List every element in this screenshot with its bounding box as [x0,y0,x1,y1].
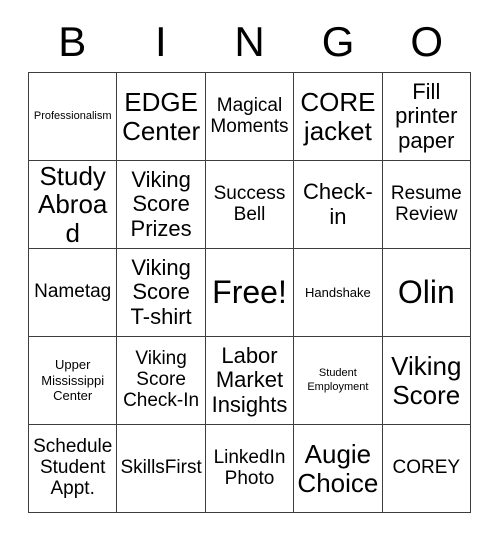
bingo-cell-r1c3[interactable]: Magical Moments [205,73,295,161]
bingo-cell-label: Professionalism [33,109,112,122]
bingo-cell-label: Viking Score [391,351,462,410]
bingo-cell-label: Labor Market Insights [211,343,288,417]
bingo-cell-r5c5[interactable]: COREY [382,425,471,513]
bingo-cell-r5c2[interactable]: SkillsFirst [117,425,206,513]
bingo-cell-r3c5[interactable]: Olin [382,249,471,337]
bingo-card: B I N G O Professionalism EDGE Center Magi… [0,0,500,544]
bingo-cell-r5c4[interactable]: Augie Choice [294,425,383,513]
bingo-cell-r4c2[interactable]: Viking Score Check-In [117,337,206,425]
bingo-cell-label: Resume Review [390,182,462,225]
bingo-header-letter-n: N [234,18,265,65]
bingo-cell-r4c1[interactable]: Upper Mississippi Center [29,337,118,425]
bingo-cell-label: SkillsFirst [120,457,202,479]
bingo-cell-label: Upper Mississippi Center [41,357,105,404]
bingo-cell-label: Fill printer paper [395,79,458,153]
bingo-cell-label: Free! [212,273,287,310]
bingo-cell-r2c5[interactable]: Resume Review [382,161,471,249]
bingo-cell-label: CORE jacket [300,87,376,146]
bingo-header-letter-b: B [58,18,87,65]
bingo-cell-label: Nametag [34,281,112,303]
bingo-cell-r3c2[interactable]: Viking Score T-shirt [117,249,206,337]
bingo-cell-r4c3[interactable]: Labor Market Insights [205,337,295,425]
bingo-cell-r5c1[interactable]: Schedule Student Appt. [29,425,118,513]
bingo-cell-r4c5[interactable]: Viking Score [382,337,471,425]
bingo-cell-r2c2[interactable]: Viking Score Prizes [117,161,206,249]
bingo-cell-r1c1[interactable]: Professionalism [29,73,118,161]
bingo-cell-label: Student Employment [307,367,369,393]
bingo-cell-r3c3[interactable]: Free! [205,249,295,337]
bingo-cell-r1c5[interactable]: Fill printer paper [382,73,471,161]
bingo-cell-label: Augie Choice [297,439,379,498]
bingo-cell-label: Success Bell [213,182,286,225]
bingo-cell-r3c1[interactable]: Nametag [29,249,118,337]
bingo-cell-label: Viking Score T-shirt [130,255,192,329]
bingo-cell-r4c4[interactable]: Student Employment [294,337,383,425]
bingo-header-letter-o: O [410,18,443,65]
bingo-header-letter-i: I [155,18,167,65]
bingo-cell-r5c3[interactable]: LinkedIn Photo [205,425,295,513]
bingo-cell-label: Schedule Student Appt. [33,436,113,499]
bingo-grid: Professionalism EDGE Center Magical Moment… [28,72,471,513]
bingo-cell-label: Viking Score Prizes [130,167,192,241]
bingo-cell-r2c1[interactable]: Study Abroad [29,161,118,249]
bingo-cell-r1c2[interactable]: EDGE Center [117,73,206,161]
bingo-cell-r1c4[interactable]: CORE jacket [294,73,383,161]
bingo-cell-r2c4[interactable]: Check-in [294,161,383,249]
bingo-cell-label: LinkedIn Photo [213,446,286,489]
bingo-header-letter-g: G [321,18,355,65]
bingo-cell-label: Study Abroad [38,161,108,248]
bingo-cell-r3c4[interactable]: Handshake [294,249,383,337]
bingo-cell-label: Magical Moments [210,94,289,137]
bingo-cell-label: Olin [397,273,455,310]
bingo-cell-label: COREY [392,457,461,479]
bingo-cell-label: Viking Score Check-In [123,348,200,411]
bingo-cell-label: Check-in [303,179,373,229]
bingo-header: B I N G O [28,14,471,70]
bingo-cell-label: EDGE Center [122,87,201,146]
bingo-cell-r2c3[interactable]: Success Bell [205,161,295,249]
bingo-cell-label: Handshake [305,284,371,300]
